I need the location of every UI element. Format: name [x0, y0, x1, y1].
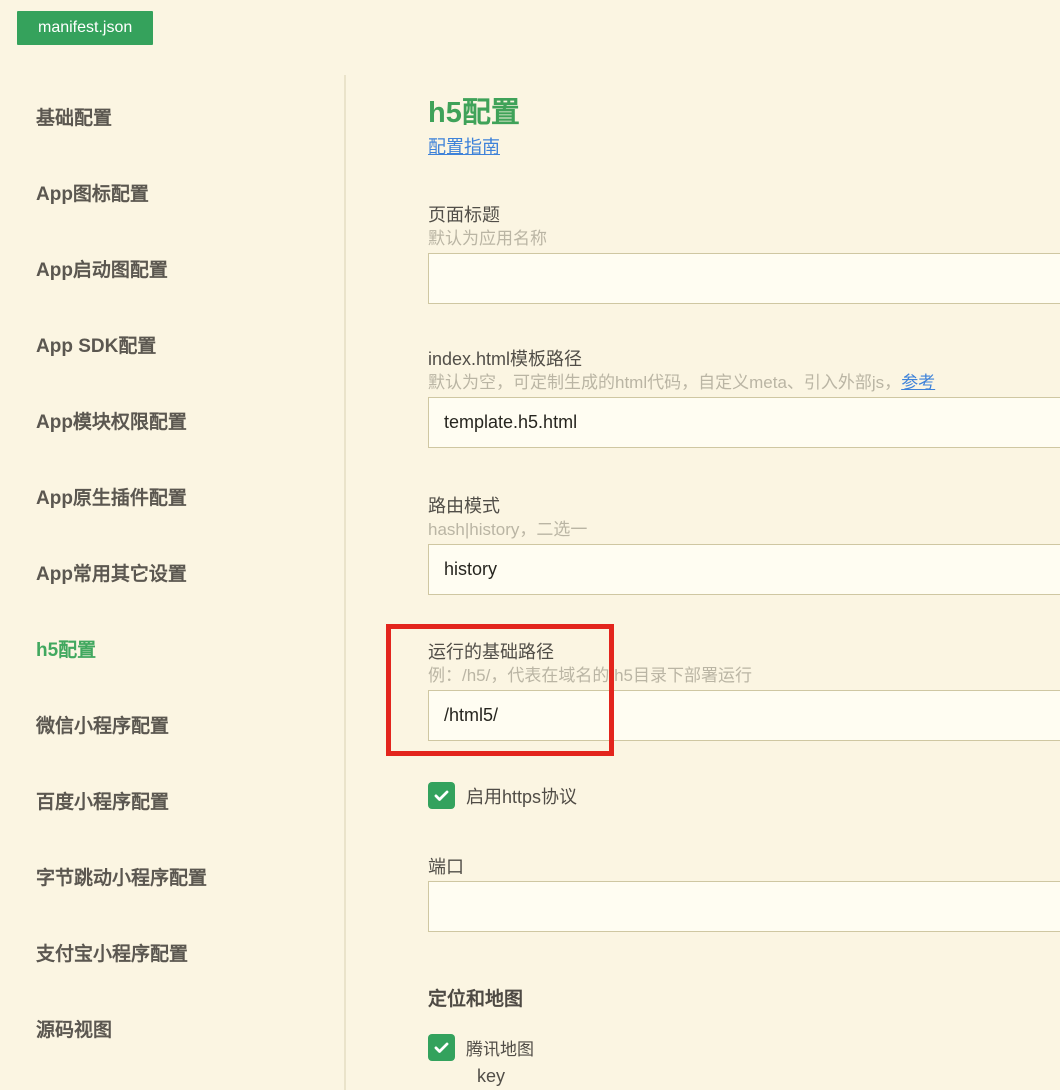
field-group-router-mode: 路由模式 hash|history，二选一 [428, 494, 1060, 595]
map-key-label: key [477, 1066, 505, 1087]
sidebar: 基础配置 App图标配置 App启动图配置 App SDK配置 App模块权限配… [36, 78, 326, 1066]
page-title-input[interactable] [428, 253, 1060, 304]
field-group-base-path: 运行的基础路径 例：/h5/，代表在域名的/h5目录下部署运行 [428, 640, 1060, 741]
field-label: index.html模板路径 [428, 347, 1060, 371]
router-mode-input[interactable] [428, 544, 1060, 595]
sidebar-item-app-module-permission-config[interactable]: App模块权限配置 [36, 382, 326, 458]
field-hint: hash|history，二选一 [428, 519, 1060, 541]
https-checkbox[interactable] [428, 782, 455, 809]
port-input[interactable] [428, 881, 1060, 932]
sidebar-item-alipay-mp-config[interactable]: 支付宝小程序配置 [36, 914, 326, 990]
sidebar-divider [344, 75, 346, 1090]
page-title: h5配置 [428, 96, 520, 130]
config-guide-link[interactable]: 配置指南 [428, 137, 500, 157]
sidebar-item-weixin-mp-config[interactable]: 微信小程序配置 [36, 686, 326, 762]
section-heading-location-map: 定位和地图 [428, 988, 523, 1012]
field-group-port: 端口 [428, 855, 1060, 932]
https-checkbox-row: 启用https协议 [428, 782, 577, 809]
base-path-input[interactable] [428, 690, 1060, 741]
h5-config-panel: h5配置 配置指南 页面标题 默认为应用名称 index.html模板路径 默认… [428, 0, 1060, 1090]
tencent-map-checkbox[interactable] [428, 1034, 455, 1061]
sidebar-item-app-sdk-config[interactable]: App SDK配置 [36, 306, 326, 382]
reference-link[interactable]: 参考 [901, 373, 935, 392]
field-label: 运行的基础路径 [428, 640, 1060, 664]
field-label: 页面标题 [428, 203, 1060, 227]
field-hint: 默认为应用名称 [428, 228, 1060, 250]
sidebar-item-h5-config[interactable]: h5配置 [36, 610, 326, 686]
sidebar-item-app-other-settings[interactable]: App常用其它设置 [36, 534, 326, 610]
sidebar-item-baidu-mp-config[interactable]: 百度小程序配置 [36, 762, 326, 838]
field-hint: 例：/h5/，代表在域名的/h5目录下部署运行 [428, 665, 1060, 687]
sidebar-item-bytedance-mp-config[interactable]: 字节跳动小程序配置 [36, 838, 326, 914]
tencent-map-checkbox-row: 腾讯地图 [428, 1034, 534, 1061]
https-checkbox-label: 启用https协议 [466, 783, 577, 809]
field-hint: 默认为空，可定制生成的html代码，自定义meta、引入外部js，参考 [428, 372, 1060, 394]
hint-text: 默认为空，可定制生成的html代码，自定义meta、引入外部js， [428, 373, 901, 392]
field-label: 端口 [428, 855, 1060, 879]
field-group-page-title: 页面标题 默认为应用名称 [428, 203, 1060, 304]
sidebar-item-base-config[interactable]: 基础配置 [36, 78, 326, 154]
sidebar-item-source-view[interactable]: 源码视图 [36, 990, 326, 1066]
sidebar-item-app-icon-config[interactable]: App图标配置 [36, 154, 326, 230]
check-icon [432, 786, 451, 805]
check-icon [432, 1038, 451, 1057]
tencent-map-checkbox-label: 腾讯地图 [466, 1035, 534, 1060]
index-html-template-input[interactable] [428, 397, 1060, 448]
tab-manifest-json[interactable]: manifest.json [17, 11, 153, 45]
sidebar-item-app-launch-image-config[interactable]: App启动图配置 [36, 230, 326, 306]
field-label: 路由模式 [428, 494, 1060, 518]
field-group-index-html-template: index.html模板路径 默认为空，可定制生成的html代码，自定义meta… [428, 347, 1060, 448]
sidebar-item-app-native-plugin-config[interactable]: App原生插件配置 [36, 458, 326, 534]
